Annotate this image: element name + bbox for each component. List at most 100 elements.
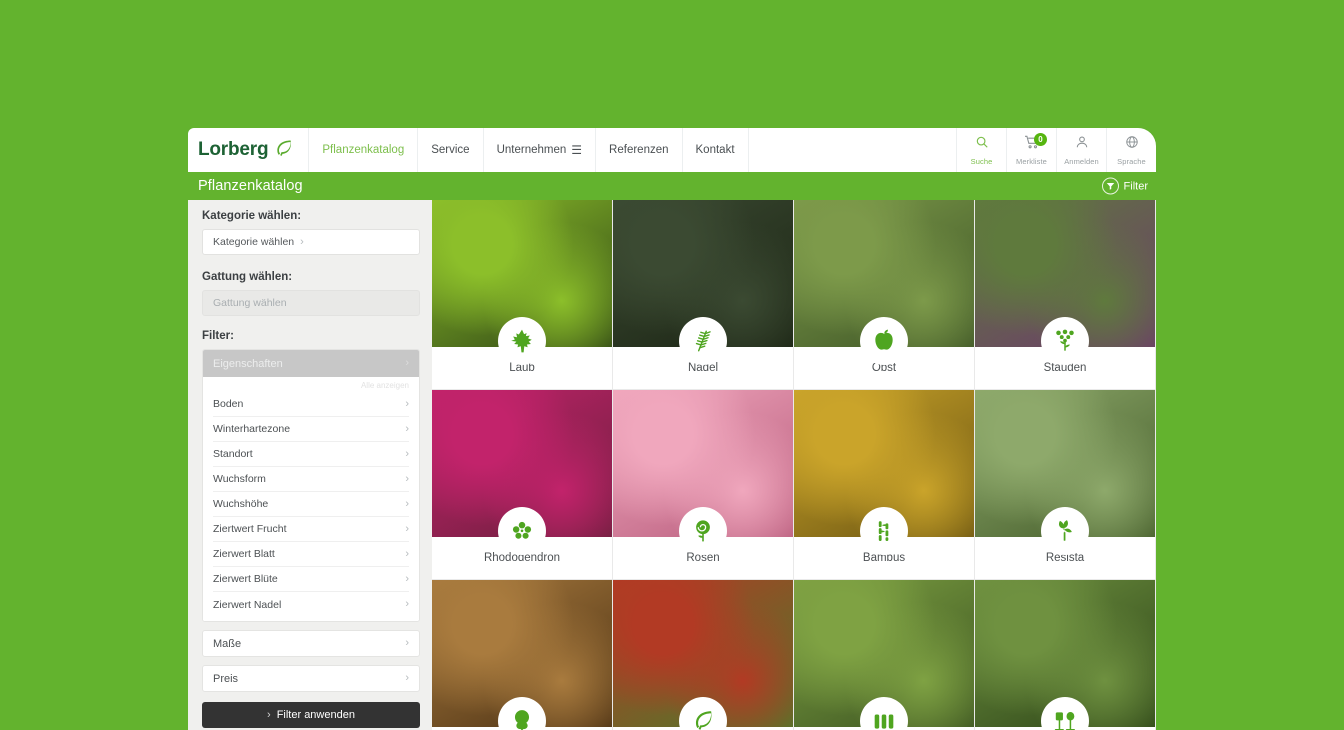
chevron-right-icon: ›	[405, 497, 409, 510]
gattung-input[interactable]: Gattung wählen	[202, 290, 420, 316]
util-item-merkliste[interactable]: 0 Merkliste	[1006, 128, 1056, 172]
page-body: Kategorie wählen: Kategorie wählen › Gat…	[188, 200, 1156, 730]
util-item-suche[interactable]: Suche	[956, 128, 1006, 172]
filter-row-ziertwert-frucht[interactable]: Ziertwert Frucht ›	[213, 517, 409, 542]
eigenschaften-accordion: Eigenschaften › Alle anzeigen Boden › Wi…	[202, 349, 420, 622]
kategorie-label: Kategorie wählen:	[202, 210, 302, 222]
filter-row-boden[interactable]: Boden ›	[213, 392, 409, 417]
show-all-link[interactable]: Alle anzeigen	[213, 377, 409, 392]
filter-row-label: Zierwert Blatt	[213, 548, 275, 560]
chevron-right-icon: ›	[405, 357, 409, 369]
conifer-twig-icon	[679, 317, 727, 365]
nav-item-pflanzenkatalog[interactable]: Pflanzenkatalog	[309, 128, 419, 172]
category-tile[interactable]: Laub	[432, 200, 613, 390]
util-item-sprache[interactable]: Sprache	[1106, 128, 1156, 172]
category-tile[interactable]: Bambus	[794, 390, 975, 580]
filter-row-label: Winterhartezone	[213, 423, 291, 435]
category-tile[interactable]	[613, 580, 794, 730]
filter-row-label: Boden	[213, 398, 244, 410]
util-label: Suche	[970, 156, 993, 166]
rose-icon	[679, 507, 727, 555]
category-tile-grid: Laub Nadel Obst Stauden Rhododendron Rosen Bam…	[432, 200, 1156, 730]
util-label: Merkliste	[1016, 156, 1047, 166]
filter-row-label: Zierwert Blüte	[213, 573, 278, 585]
utility-navigation: Suche 0 Merkliste Anmelden Sprache	[956, 128, 1156, 172]
kategorie-select-value: Kategorie wählen	[213, 236, 295, 248]
nav-item-service[interactable]: Service	[418, 128, 484, 172]
filter-panel-masse[interactable]: Maße ›	[202, 630, 420, 657]
filter-row-wuchshoehe[interactable]: Wuchshöhe ›	[213, 492, 409, 517]
apple-icon	[860, 317, 908, 365]
chevron-right-icon: ›	[405, 522, 409, 535]
leaf-icon	[274, 138, 294, 163]
filter-toggle-button[interactable]: Filter	[1101, 177, 1148, 195]
kategorie-select[interactable]: Kategorie wählen ›	[202, 229, 420, 255]
logo-text: Lorberg	[198, 139, 269, 160]
filter-toggle-label: Filter	[1123, 180, 1148, 192]
chevron-right-icon: ›	[405, 672, 409, 684]
eigenschaften-accordion-title: Eigenschaften	[213, 357, 283, 370]
page-title: Pflanzenkatalog	[198, 178, 303, 194]
category-tile[interactable]	[432, 580, 613, 730]
globe-icon	[1125, 135, 1139, 154]
hamburger-icon: ☰	[571, 143, 583, 157]
page-title-bar: Pflanzenkatalog Filter	[188, 172, 1156, 200]
user-icon	[1075, 135, 1089, 154]
nav-item-kontakt[interactable]: Kontakt	[683, 128, 749, 172]
filter-row-winterhartezone[interactable]: Winterhartezone ›	[213, 417, 409, 442]
nav-label: Service	[431, 144, 470, 156]
filter-row-label: Wuchshöhe	[213, 498, 269, 510]
filter-panel-preis[interactable]: Preis ›	[202, 665, 420, 692]
filter-row-label: Wuchsform	[213, 473, 266, 485]
chevron-right-icon: ›	[405, 472, 409, 485]
header-spacer	[749, 128, 956, 172]
nav-label: Pflanzenkatalog	[322, 144, 405, 156]
category-tile[interactable]: Obst	[794, 200, 975, 390]
bamboo-icon	[860, 507, 908, 555]
maple-leaf-icon	[498, 317, 546, 365]
category-tile[interactable]	[794, 580, 975, 730]
perennial-icon	[1041, 317, 1089, 365]
funnel-icon	[1101, 177, 1119, 195]
nav-label: Referenzen	[609, 144, 669, 156]
chevron-right-icon: ›	[405, 598, 409, 610]
chevron-right-icon: ›	[300, 235, 304, 248]
filter-panel-label: Maße	[213, 637, 242, 650]
apply-filter-label: Filter anwenden	[276, 709, 355, 721]
search-icon	[975, 135, 989, 154]
category-tile[interactable]: Nadel	[613, 200, 794, 390]
filter-row-standort[interactable]: Standort ›	[213, 442, 409, 467]
nav-label: Unternehmen	[496, 144, 567, 156]
filter-row-zierwert-bluete[interactable]: Zierwert Blüte ›	[213, 567, 409, 592]
filter-row-zierwert-blatt[interactable]: Zierwert Blatt ›	[213, 542, 409, 567]
chevron-right-icon: ›	[405, 547, 409, 560]
category-tile[interactable]: Stauden	[975, 200, 1156, 390]
category-tile[interactable]: Resista	[975, 390, 1156, 580]
util-item-anmelden[interactable]: Anmelden	[1056, 128, 1106, 172]
app-window: Lorberg Pflanzenkatalog Service Unterneh…	[188, 128, 1156, 730]
nav-item-unternehmen[interactable]: Unternehmen ☰	[484, 128, 597, 172]
filter-row-zierwert-nadel[interactable]: Zierwert Nadel ›	[213, 592, 409, 617]
chevron-right-icon: ›	[267, 708, 271, 721]
chevron-right-icon: ›	[405, 572, 409, 585]
filter-row-label: Ziertwert Frucht	[213, 523, 287, 535]
nav-label: Kontakt	[695, 144, 735, 156]
merkliste-badge: 0	[1034, 133, 1047, 146]
util-label: Anmelden	[1064, 156, 1099, 166]
apply-filter-button[interactable]: › Filter anwenden	[202, 702, 420, 728]
chevron-right-icon: ›	[405, 422, 409, 435]
filter-row-label: Zierwert Nadel	[213, 598, 282, 611]
filter-row-label: Standort	[213, 448, 253, 460]
category-tile[interactable]	[975, 580, 1156, 730]
chevron-right-icon: ›	[405, 637, 409, 649]
filter-row-wuchsform[interactable]: Wuchsform ›	[213, 467, 409, 492]
eigenschaften-accordion-body: Alle anzeigen Boden › Winterhartezone › …	[203, 377, 419, 621]
site-logo[interactable]: Lorberg	[188, 128, 310, 172]
resista-tree-icon	[1041, 507, 1089, 555]
category-tile[interactable]: Rosen	[613, 390, 794, 580]
category-tile[interactable]: Rhododendron	[432, 390, 613, 580]
nav-item-referenzen[interactable]: Referenzen	[596, 128, 683, 172]
gattung-placeholder: Gattung wählen	[213, 297, 287, 309]
eigenschaften-accordion-header[interactable]: Eigenschaften ›	[203, 350, 419, 377]
rhododendron-icon	[498, 507, 546, 555]
